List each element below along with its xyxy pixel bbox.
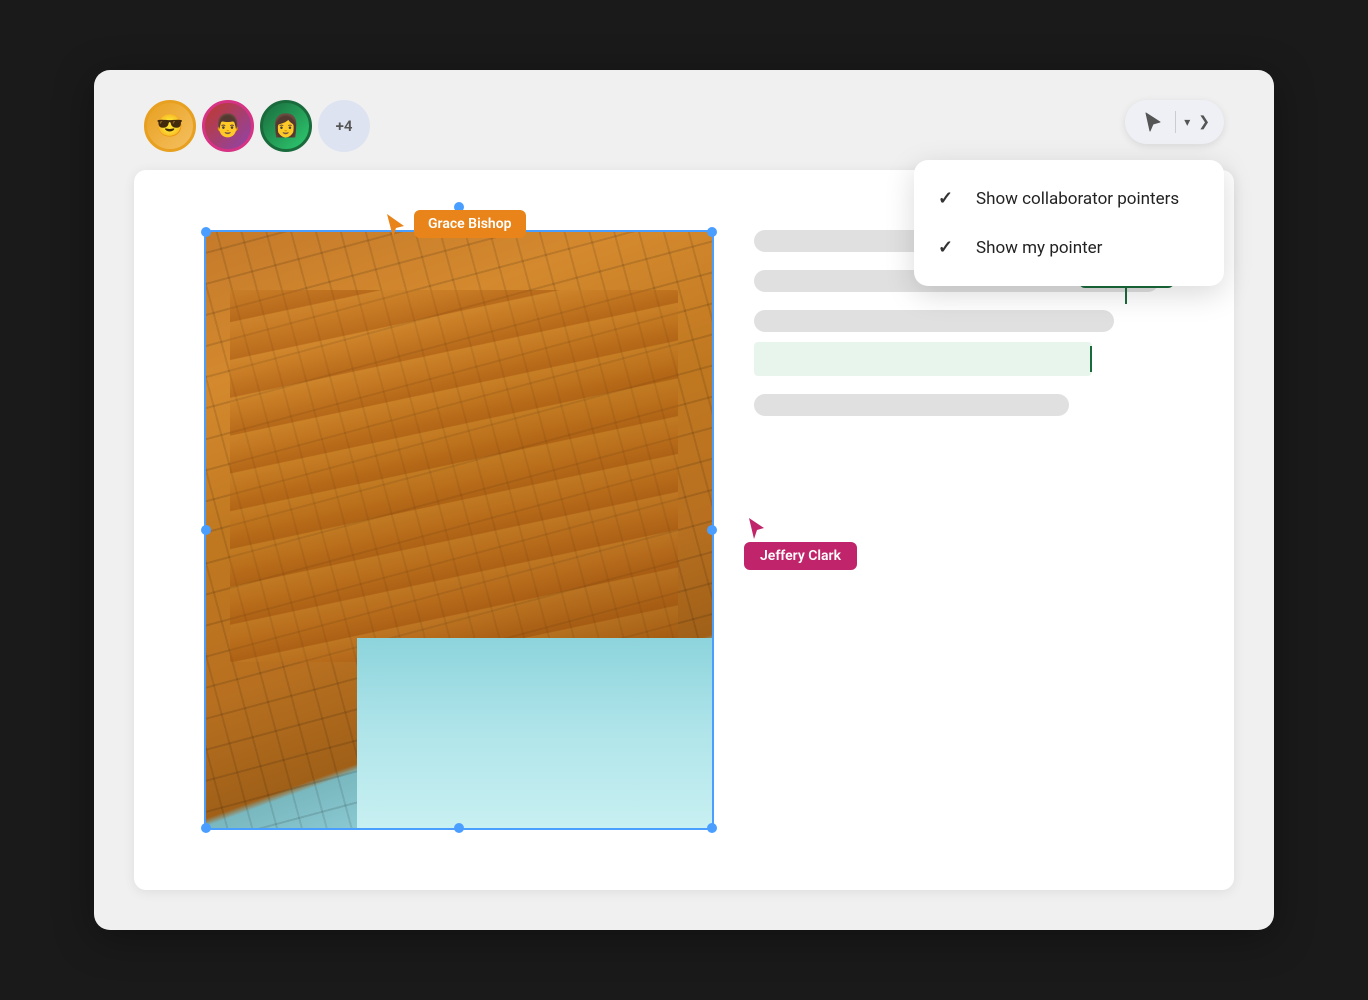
handle-bl[interactable] — [201, 823, 211, 833]
handle-br[interactable] — [707, 823, 717, 833]
content-bar-4 — [754, 394, 1069, 416]
app-canvas: 😎 👨 👩 +4 ▾ ❯ ✓ Show collaborator pointer… — [94, 70, 1274, 930]
handle-tr[interactable] — [707, 227, 717, 237]
checkmark-my-pointer-icon: ✓ — [938, 237, 958, 258]
more-count-label: +4 — [336, 117, 353, 135]
tiffany-area: Tiffany Lu — [754, 310, 1204, 376]
avatar-2-face: 👨 — [205, 103, 251, 149]
jeffery-cursor-label: Jeffery Clark — [744, 542, 857, 570]
checkmark-collaborator-icon: ✓ — [938, 188, 958, 209]
jeffery-cursor-arrow — [746, 516, 770, 542]
avatar-more[interactable]: +4 — [318, 100, 370, 152]
toolbar-divider — [1175, 111, 1176, 133]
tiffany-cursor-line — [1125, 288, 1127, 304]
chevron-icon[interactable]: ❯ — [1198, 114, 1210, 130]
selection-box — [204, 230, 714, 830]
avatar-3-face: 👩 — [263, 103, 309, 149]
grace-cursor-arrow — [384, 212, 410, 240]
dropdown-item-collaborator-pointers[interactable]: ✓ Show collaborator pointers — [914, 174, 1224, 223]
dropdown-label-collaborator-pointers: Show collaborator pointers — [976, 189, 1179, 209]
handle-tl[interactable] — [201, 227, 211, 237]
avatar-1-face: 😎 — [147, 103, 193, 149]
toolbar-cursor-button[interactable]: ▾ ❯ — [1125, 100, 1224, 144]
content-bar-3 — [754, 310, 1114, 332]
dropdown-arrow-icon[interactable]: ▾ — [1184, 115, 1190, 129]
dropdown-item-my-pointer[interactable]: ✓ Show my pointer — [914, 223, 1224, 272]
grace-cursor: Grace Bishop — [384, 210, 526, 240]
text-input-wrapper[interactable] — [754, 342, 1204, 376]
pointer-dropdown-menu: ✓ Show collaborator pointers ✓ Show my p… — [914, 160, 1224, 286]
jeffery-cursor: Jeffery Clark — [744, 516, 857, 570]
grace-cursor-label: Grace Bishop — [414, 210, 526, 238]
handle-mr[interactable] — [707, 525, 717, 535]
avatar-2[interactable]: 👨 — [202, 100, 254, 152]
dropdown-label-my-pointer: Show my pointer — [976, 238, 1102, 258]
handle-ml[interactable] — [201, 525, 211, 535]
avatar-1[interactable]: 😎 — [144, 100, 196, 152]
collaborator-avatars: 😎 👨 👩 +4 — [144, 100, 370, 152]
avatar-3[interactable]: 👩 — [260, 100, 312, 152]
image-container[interactable]: Grace Bishop — [204, 230, 714, 830]
cursor-icon — [1139, 108, 1167, 136]
text-input-bar[interactable] — [754, 342, 1092, 376]
handle-bm[interactable] — [454, 823, 464, 833]
text-cursor — [1090, 346, 1092, 372]
